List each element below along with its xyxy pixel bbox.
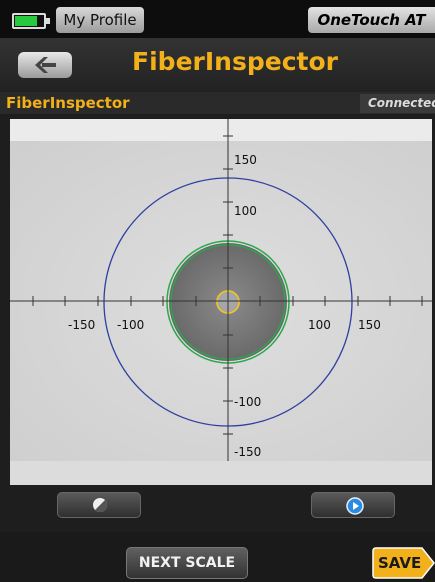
save-button[interactable]: SAVE (372, 547, 435, 579)
my-profile-button[interactable]: My Profile (56, 7, 144, 33)
contrast-icon (93, 498, 108, 513)
axis-label-x-neg150: -150 (68, 318, 95, 332)
fiber-inspector-screen: My Profile OneTouch AT FiberInspector Fi… (0, 0, 435, 582)
fiber-endface-image: 150 100 -100 -150 -150 -100 100 150 (10, 119, 432, 461)
axis-label-y-neg150: -150 (234, 445, 261, 459)
contrast-button[interactable] (57, 492, 141, 518)
device-title: OneTouch AT (308, 7, 435, 33)
axis-label-y-neg100: -100 (234, 395, 261, 409)
back-button[interactable] (18, 52, 72, 78)
battery-level (15, 16, 38, 26)
section-header: FiberInspector Connected (0, 92, 435, 114)
page-title: FiberInspector (132, 47, 338, 76)
next-scale-button[interactable]: NEXT SCALE (126, 547, 248, 579)
axis-label-y-150: 150 (234, 153, 257, 167)
save-label: SAVE (378, 554, 422, 572)
battery-icon (12, 13, 50, 29)
play-icon (346, 497, 364, 515)
connection-status-badge: Connected (360, 94, 435, 113)
axis-label-y-100: 100 (234, 204, 257, 218)
axis-label-x-neg100: -100 (117, 318, 144, 332)
status-bar: My Profile OneTouch AT (0, 0, 435, 38)
axis-label-x-100: 100 (308, 318, 331, 332)
section-label: FiberInspector (6, 94, 130, 112)
play-button[interactable] (311, 492, 395, 518)
fiber-image-viewer[interactable]: 150 100 -100 -150 -150 -100 100 150 (10, 119, 432, 461)
axis-label-x-150: 150 (358, 318, 381, 332)
title-bar: FiberInspector (0, 38, 435, 92)
bottom-bar: NEXT SCALE SAVE (0, 532, 435, 582)
viewer-bottom-strip (10, 461, 432, 485)
chevron-left-icon (35, 57, 56, 73)
